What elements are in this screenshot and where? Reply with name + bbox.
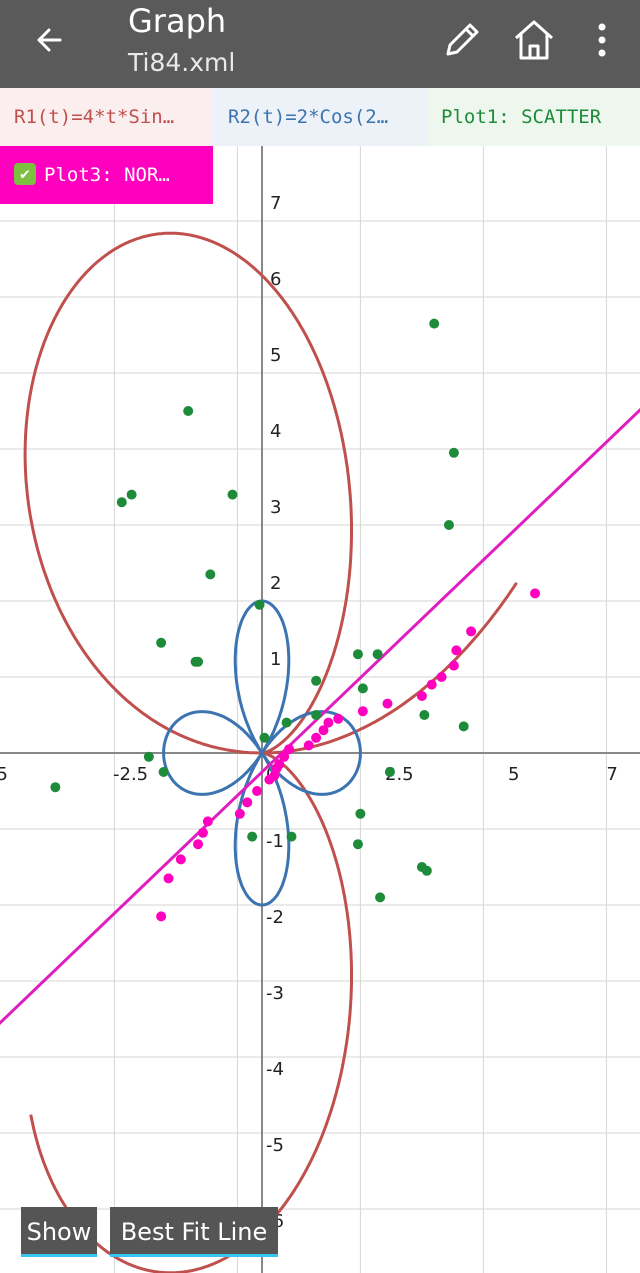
y-tick-label: 7	[270, 193, 281, 214]
scatter-point	[416, 862, 427, 872]
y-tick-label: -2	[266, 907, 284, 928]
function-chip-plot1[interactable]: Plot1: SCATTER	[428, 88, 640, 146]
y-tick-label: 5	[270, 345, 281, 366]
scatter-point	[375, 892, 386, 903]
file-name: Ti84.xml	[128, 48, 236, 77]
scatter-point	[247, 831, 258, 842]
more-vert-icon[interactable]	[578, 16, 626, 64]
page-title: Graph	[128, 2, 227, 40]
scatter-point	[156, 637, 167, 648]
normal-plot-point	[530, 588, 541, 599]
normal-plot-point	[197, 827, 208, 838]
scatter-point	[254, 599, 265, 610]
function-chip-plot3[interactable]: ✔ Plot3: NOR…	[0, 146, 213, 204]
normal-plot-point	[163, 873, 174, 884]
scatter-point	[126, 489, 137, 500]
normal-plot-point	[175, 854, 186, 865]
scatter-point	[448, 447, 459, 458]
scatter-point	[372, 649, 383, 660]
normal-plot-point	[284, 744, 295, 755]
normal-plot-point	[426, 679, 437, 690]
normal-plot-point	[451, 645, 462, 656]
normal-plot-point	[156, 911, 167, 922]
scatter-point	[227, 489, 238, 500]
show-button[interactable]: Show	[21, 1207, 97, 1257]
y-tick-label: -4	[266, 1059, 284, 1080]
normal-plot-point	[234, 808, 245, 819]
scatter-point	[311, 710, 322, 720]
y-tick-label: -5	[266, 1135, 284, 1156]
scatter-point	[419, 710, 430, 720]
back-arrow-icon[interactable]	[30, 20, 70, 60]
scatter-point	[143, 751, 154, 762]
normal-plot-point	[202, 816, 213, 827]
normal-plot-point	[323, 717, 334, 728]
normal-plot-point	[311, 732, 322, 743]
normal-plot-point	[357, 706, 368, 717]
scatter-point	[183, 406, 194, 416]
normal-plot-point	[448, 660, 459, 671]
function-chip-r1[interactable]: R1(t)=4*t*Sin…	[0, 88, 212, 146]
scatter-point	[429, 318, 440, 329]
normal-plot-point	[333, 713, 344, 724]
normal-plot-point	[382, 698, 393, 709]
scatter-point	[352, 649, 363, 660]
y-tick-label: 3	[270, 497, 281, 518]
best-fit-line-button[interactable]: Best Fit Line	[110, 1207, 278, 1257]
normal-plot-point	[436, 672, 447, 682]
app-bar: Graph Ti84.xml	[0, 0, 640, 88]
pencil-icon[interactable]	[438, 16, 486, 64]
normal-plot-point	[193, 839, 204, 850]
y-tick-label: -3	[266, 983, 284, 1004]
normal-plot-point	[303, 740, 314, 751]
scatter-point	[193, 656, 204, 667]
function-chip-r2[interactable]: R2(t)=2*Cos(2…	[212, 88, 428, 146]
scatter-point	[205, 569, 216, 580]
y-tick-label: 2	[270, 573, 281, 594]
y-tick-label: 4	[270, 421, 281, 442]
normal-plot-point	[242, 797, 253, 808]
scatter-point	[50, 782, 61, 793]
home-icon[interactable]	[510, 16, 558, 64]
scatter-point	[281, 717, 292, 728]
x-tick-label: 5	[508, 764, 519, 785]
graph-canvas[interactable]: -5-2.502.55787654321-1-2-3-4-5-6	[0, 88, 640, 1273]
scatter-point	[458, 721, 469, 732]
normal-plot-point	[252, 786, 263, 796]
scatter-point	[355, 808, 366, 819]
scatter-point	[116, 497, 127, 508]
scatter-point	[352, 839, 363, 850]
x-tick-label: -2.5	[113, 764, 148, 785]
scatter-point	[158, 767, 169, 777]
scatter-point	[384, 767, 395, 777]
x-tick-label: -5	[0, 764, 8, 785]
normal-plot-point	[466, 626, 477, 637]
scatter-point	[259, 732, 270, 743]
scatter-point	[311, 675, 322, 686]
y-tick-label: -1	[266, 831, 284, 852]
scatter-point	[443, 520, 454, 530]
normal-plot-point	[416, 691, 427, 701]
x-tick-label: 7	[606, 764, 617, 785]
checkbox-checked-icon[interactable]: ✔	[14, 163, 36, 185]
scatter-point	[357, 683, 368, 694]
y-tick-label: 1	[270, 649, 281, 670]
function-chip-label: Plot3: NOR…	[44, 164, 170, 186]
scatter-point	[286, 831, 297, 842]
